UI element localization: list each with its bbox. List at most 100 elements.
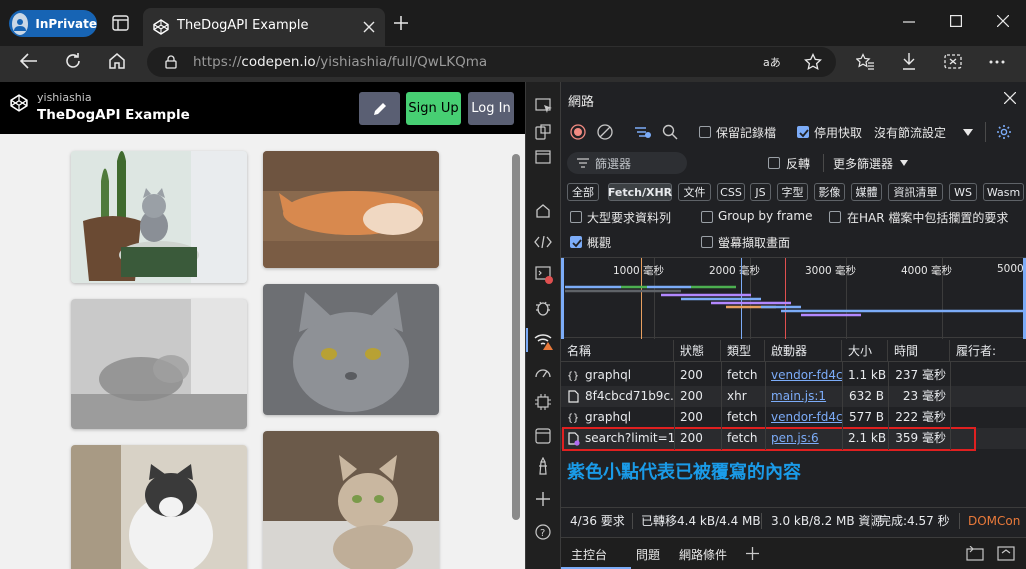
signup-button[interactable]: Sign Up — [406, 92, 461, 125]
checkmark-icon — [572, 239, 582, 248]
disable-cache-checkbox[interactable] — [797, 126, 809, 138]
filter-toggle-icon[interactable] — [634, 124, 652, 140]
inprivate-badge[interactable]: InPrivate — [9, 10, 97, 37]
debugger-bug-icon[interactable] — [535, 299, 551, 317]
more-menu-icon[interactable] — [989, 60, 1005, 64]
table-row[interactable]: {} graphql 200 fetch vendor-fd4c9 577 B … — [561, 407, 1026, 428]
drawer-tab-bar: 主控台 問題 網路條件 — [561, 537, 1026, 569]
request-initiator-link[interactable]: vendor-fd4c9 — [765, 407, 842, 428]
overview-checkbox[interactable] — [570, 236, 582, 248]
type-filter-js[interactable]: JS — [750, 183, 771, 201]
favorite-star-icon[interactable] — [804, 53, 822, 71]
more-filters-dropdown-icon[interactable] — [900, 160, 908, 166]
lock-icon[interactable] — [165, 55, 177, 69]
maximize-icon[interactable] — [950, 15, 962, 27]
throttle-dropdown-icon[interactable] — [963, 129, 973, 136]
column-header-status[interactable]: 狀態 — [674, 340, 721, 362]
column-header-initiator[interactable]: 啟動器 — [765, 340, 842, 362]
close-tab-icon[interactable] — [363, 21, 375, 33]
column-header-fulfilled-by[interactable]: 履行者: — [950, 340, 1026, 362]
memory-chip-icon[interactable] — [535, 394, 551, 410]
console-icon[interactable] — [535, 266, 553, 284]
pen-author[interactable]: yishiashia — [37, 91, 92, 104]
device-emulation-icon[interactable] — [535, 124, 551, 140]
add-drawer-tab-icon[interactable] — [746, 547, 759, 560]
preserve-log-checkbox[interactable] — [699, 126, 711, 138]
more-filters-button[interactable]: 更多篩選器 — [833, 155, 893, 172]
screenshot-icon[interactable] — [944, 53, 962, 70]
help-icon[interactable]: ? — [535, 524, 551, 540]
page-scrollbar-thumb[interactable] — [512, 154, 520, 520]
overview-timeline[interactable]: 1000 毫秒 2000 毫秒 3000 毫秒 4000 毫秒 5000 — [561, 257, 1026, 339]
devtools-activity-bar: ? — [525, 82, 560, 569]
drawer-tab-issues[interactable]: 問題 — [636, 546, 660, 563]
request-size: 1.1 kB — [848, 368, 887, 382]
cat-image — [263, 284, 439, 415]
column-header-name[interactable]: 名稱 — [561, 340, 674, 362]
record-icon[interactable] — [570, 124, 586, 140]
drawer-tab-console[interactable]: 主控台 — [571, 546, 607, 563]
network-wifi-warning-icon[interactable] — [534, 332, 554, 350]
read-aloud-icon[interactable]: aあ — [763, 54, 781, 70]
toolbar-divider — [985, 122, 986, 142]
refresh-icon[interactable] — [64, 52, 82, 70]
dock-drawer-icon[interactable] — [966, 546, 984, 562]
application-icon[interactable] — [535, 428, 551, 444]
dom-content-loaded-time: DOMCon — [968, 514, 1021, 528]
more-tools-plus-icon[interactable] — [536, 492, 550, 506]
table-row[interactable]: {} graphql 200 fetch vendor-fd4c9 1.1 kB… — [561, 365, 1026, 386]
type-filter-ws[interactable]: WS — [949, 183, 977, 201]
address-bar[interactable]: https://codepen.io/yishiashia/full/QwLKQ… — [147, 47, 836, 77]
type-filter-font[interactable]: 字型 — [777, 183, 808, 201]
edit-pen-button[interactable] — [359, 92, 400, 125]
new-tab-icon[interactable] — [394, 16, 408, 30]
welcome-home-icon[interactable] — [535, 203, 551, 219]
back-icon[interactable] — [20, 53, 38, 69]
invert-checkbox[interactable] — [768, 157, 780, 169]
type-filter-img[interactable]: 影像 — [814, 183, 845, 201]
type-filter-fetch-xhr[interactable]: Fetch/XHR — [608, 183, 672, 201]
login-button[interactable]: Log In — [468, 92, 514, 125]
drawer-tab-network-conditions[interactable]: 網路條件 — [679, 546, 727, 563]
type-filter-css[interactable]: CSS — [717, 183, 745, 201]
codepen-logo-icon[interactable] — [10, 94, 28, 112]
inspect-icon[interactable] — [535, 98, 553, 114]
filter-input[interactable]: 篩選器 — [567, 152, 687, 174]
clear-icon[interactable] — [597, 124, 613, 140]
close-drawer-icon[interactable] — [997, 546, 1015, 562]
browser-tab-active[interactable]: TheDogAPI Example — [143, 8, 385, 46]
request-initiator-link[interactable]: vendor-fd4c9 — [765, 365, 842, 386]
type-filter-all[interactable]: 全部 — [567, 183, 599, 201]
performance-icon[interactable] — [535, 365, 551, 379]
close-window-icon[interactable] — [997, 15, 1009, 27]
url-text[interactable]: https://codepen.io/yishiashia/full/QwLKQ… — [193, 54, 487, 70]
favorites-icon[interactable] — [856, 53, 874, 70]
big-rows-checkbox[interactable] — [570, 211, 582, 223]
home-icon[interactable] — [108, 52, 126, 70]
request-initiator-link[interactable]: main.js:1 — [765, 386, 842, 407]
search-icon[interactable] — [662, 124, 678, 140]
column-header-time[interactable]: 時間 — [888, 340, 950, 362]
type-filter-media[interactable]: 媒體 — [851, 183, 882, 201]
minimize-icon[interactable] — [903, 21, 915, 23]
disable-cache-label: 停用快取 — [814, 126, 863, 140]
lighthouse-icon[interactable] — [536, 457, 550, 475]
type-filter-doc[interactable]: 文件 — [678, 183, 711, 201]
column-header-size[interactable]: 大小 — [842, 340, 888, 362]
close-panel-icon[interactable] — [1004, 92, 1016, 104]
screenshots-checkbox[interactable] — [701, 236, 713, 248]
downloads-icon[interactable] — [902, 53, 916, 70]
type-filter-wasm[interactable]: Wasm — [983, 183, 1024, 201]
network-settings-gear-icon[interactable] — [996, 124, 1012, 140]
webpage-viewport: yishiashia TheDogAPI Example Sign Up Log… — [0, 82, 525, 569]
group-by-frame-checkbox[interactable] — [701, 211, 713, 223]
table-row[interactable]: 8f4cbcd71b9c... 200 xhr main.js:1 632 B … — [561, 386, 1026, 407]
throttling-select[interactable]: 沒有節流設定 — [874, 124, 946, 141]
tab-actions-icon[interactable] — [112, 15, 129, 31]
har-sensitive-checkbox[interactable] — [829, 211, 841, 223]
svg-text:aあ: aあ — [763, 56, 781, 69]
elements-code-icon[interactable] — [534, 236, 552, 248]
panel-icon[interactable] — [535, 150, 551, 164]
column-header-type[interactable]: 類型 — [721, 340, 765, 362]
type-filter-manifest[interactable]: 資訊清單 — [888, 183, 943, 201]
